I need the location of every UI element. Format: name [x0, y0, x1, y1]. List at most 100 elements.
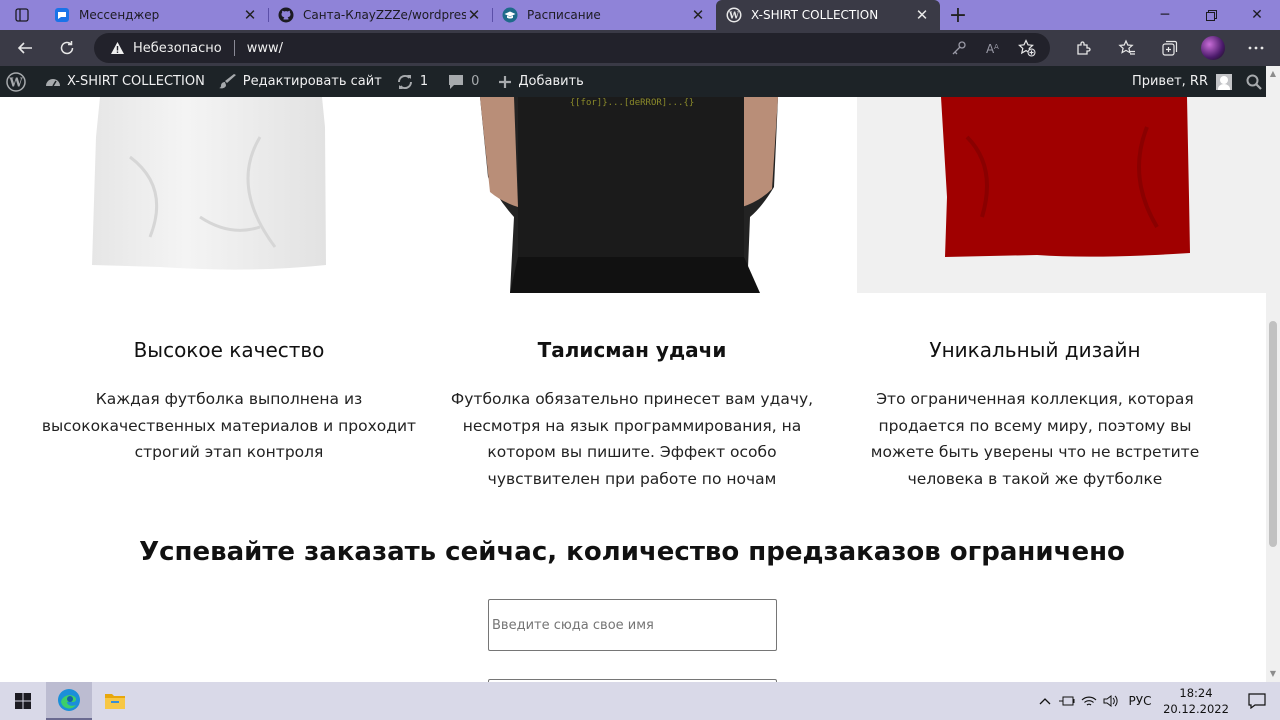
tab-actions-icon[interactable]	[0, 0, 44, 30]
warning-icon	[111, 42, 124, 54]
wp-customize[interactable]: Редактировать сайт	[212, 66, 389, 97]
feature-title: Высокое качество	[133, 338, 325, 362]
new-content-label: Добавить	[518, 74, 584, 89]
edge-browser-icon[interactable]	[46, 682, 92, 720]
tab-title: Расписание	[527, 8, 601, 22]
red-tshirt-image	[857, 97, 1266, 293]
tab-x-shirt-collection[interactable]: W X-SHIRT COLLECTION ✕	[716, 0, 940, 30]
white-tshirt-image	[0, 97, 422, 293]
comment-bubble-icon	[447, 74, 465, 90]
comments-count: 0	[471, 74, 480, 89]
browser-tab-strip: Мессенджер ✕ Санта-КлауZZZe/wordpress_si…	[0, 0, 1280, 30]
order-heading: Успевайте заказать сейчас, количество пр…	[139, 537, 1125, 567]
svg-text:W: W	[8, 75, 23, 89]
back-arrow-icon[interactable]	[4, 30, 46, 66]
clock[interactable]: 18:24 20.12.2022	[1158, 685, 1234, 717]
close-tab-icon[interactable]: ✕	[914, 6, 930, 24]
tab-title: Санта-КлауZZZe/wordpress_site	[303, 8, 466, 22]
tab-title: Мессенджер	[79, 8, 160, 22]
updates-count: 1	[419, 74, 429, 89]
svg-text:A: A	[994, 43, 999, 51]
collections-icon[interactable]	[1148, 30, 1191, 66]
wp-new-content[interactable]: Добавить	[486, 66, 590, 97]
toolbar-right-actions	[1062, 30, 1277, 66]
wp-comments[interactable]: 0	[435, 66, 486, 97]
wp-updates[interactable]: 1	[389, 66, 435, 97]
input-language-indicator[interactable]: РУС	[1122, 694, 1158, 708]
not-secure-label: Небезопасно	[133, 40, 222, 56]
feature-title: Уникальный дизайн	[929, 338, 1141, 362]
feature-title: Талисман удачи	[537, 338, 727, 362]
scroll-up-icon[interactable]: ▲	[1269, 70, 1277, 78]
favorites-icon[interactable]	[1105, 30, 1148, 66]
profile-avatar[interactable]	[1191, 30, 1234, 66]
dashboard-gauge-icon	[45, 75, 61, 89]
key-icon[interactable]	[942, 33, 976, 63]
file-explorer-icon[interactable]	[92, 682, 138, 720]
battery-plug-icon[interactable]	[1056, 695, 1078, 707]
scroll-thumb[interactable]	[1269, 321, 1277, 547]
tab-title: X-SHIRT COLLECTION	[751, 8, 879, 22]
customize-label: Редактировать сайт	[242, 74, 382, 89]
messenger-icon	[54, 7, 70, 23]
window-controls: ─ ✕	[1142, 0, 1280, 30]
browser-toolbar: Небезопасно www/ AA	[0, 30, 1280, 66]
page-scrollbar[interactable]: ▲ ▼	[1266, 66, 1280, 682]
tab-schedule[interactable]: Расписание ✕	[492, 0, 716, 30]
extensions-puzzle-icon[interactable]	[1062, 30, 1105, 66]
windows-taskbar: РУС 18:24 20.12.2022	[0, 682, 1280, 720]
new-tab-icon[interactable]: +	[940, 0, 976, 30]
graduation-cap-icon	[502, 7, 518, 23]
minimize-icon[interactable]: ─	[1142, 0, 1188, 30]
close-tab-icon[interactable]: ✕	[242, 6, 258, 24]
black-tshirt-image: {[for]}...[deRROR]...{}	[422, 97, 844, 293]
wordpress-icon: W	[726, 7, 742, 23]
scroll-down-icon[interactable]: ▼	[1269, 670, 1277, 678]
wp-admin-bar-right: Привет, RR	[1125, 66, 1280, 97]
notifications-icon[interactable]	[1234, 693, 1280, 709]
clock-time: 18:24	[1179, 686, 1213, 700]
svg-text:{[for]}...[deRROR]...{}: {[for]}...[deRROR]...{}	[570, 98, 695, 108]
wp-logo-menu[interactable]: W	[0, 66, 33, 97]
wp-admin-bar: W X-SHIRT COLLECTION Редактировать сайт …	[0, 66, 1280, 97]
clock-date: 20.12.2022	[1163, 702, 1229, 716]
wifi-icon[interactable]	[1078, 695, 1100, 707]
feature-text: Футболка обязательно принесет вам удачу,…	[450, 390, 814, 488]
wp-site-name[interactable]: X-SHIRT COLLECTION	[33, 66, 212, 97]
divider	[233, 40, 235, 56]
feature-text: Это ограниченная коллекция, которая прод…	[870, 390, 1200, 488]
feature-text: Каждая футболка выполнена из высококачес…	[41, 390, 417, 461]
not-secure-indicator[interactable]: Небезопасно	[110, 41, 222, 56]
read-aloud-icon[interactable]: AA	[976, 33, 1010, 63]
refresh-icon[interactable]	[46, 30, 88, 66]
tab-messenger[interactable]: Мессенджер ✕	[44, 0, 268, 30]
wordpress-icon: W	[6, 71, 26, 92]
wp-account-menu[interactable]: Привет, RR	[1125, 66, 1239, 97]
close-tab-icon[interactable]: ✕	[466, 6, 482, 24]
plus-icon	[498, 75, 512, 89]
close-window-icon[interactable]: ✕	[1234, 0, 1280, 30]
system-tray: РУС 18:24 20.12.2022	[1034, 682, 1280, 720]
updates-refresh-icon	[396, 74, 414, 90]
address-bar[interactable]: Небезопасно www/ AA	[94, 33, 1050, 63]
github-icon	[278, 7, 294, 23]
restore-icon[interactable]	[1188, 0, 1234, 30]
paintbrush-icon	[218, 73, 237, 90]
url-text: www/	[246, 40, 284, 56]
greeting-label: Привет, RR	[1131, 74, 1208, 89]
search-icon	[1246, 74, 1262, 90]
start-windows-icon[interactable]	[0, 682, 46, 720]
favorite-star-icon[interactable]	[1010, 33, 1044, 63]
address-bar-actions: AA	[942, 33, 1044, 63]
name-input[interactable]	[488, 599, 777, 651]
avatar	[1200, 36, 1225, 60]
tab-github[interactable]: Санта-КлауZZZe/wordpress_site ✕	[268, 0, 492, 30]
avatar	[1216, 73, 1232, 90]
svg-text:W: W	[728, 12, 740, 22]
speaker-volume-icon[interactable]	[1100, 694, 1122, 708]
more-options-icon[interactable]	[1234, 30, 1277, 66]
chevron-up-icon[interactable]	[1034, 697, 1056, 705]
close-tab-icon[interactable]: ✕	[690, 6, 706, 24]
page-content: {[for]}...[deRROR]...{} Высокое качество…	[0, 97, 1266, 682]
site-name-label: X-SHIRT COLLECTION	[67, 74, 205, 89]
